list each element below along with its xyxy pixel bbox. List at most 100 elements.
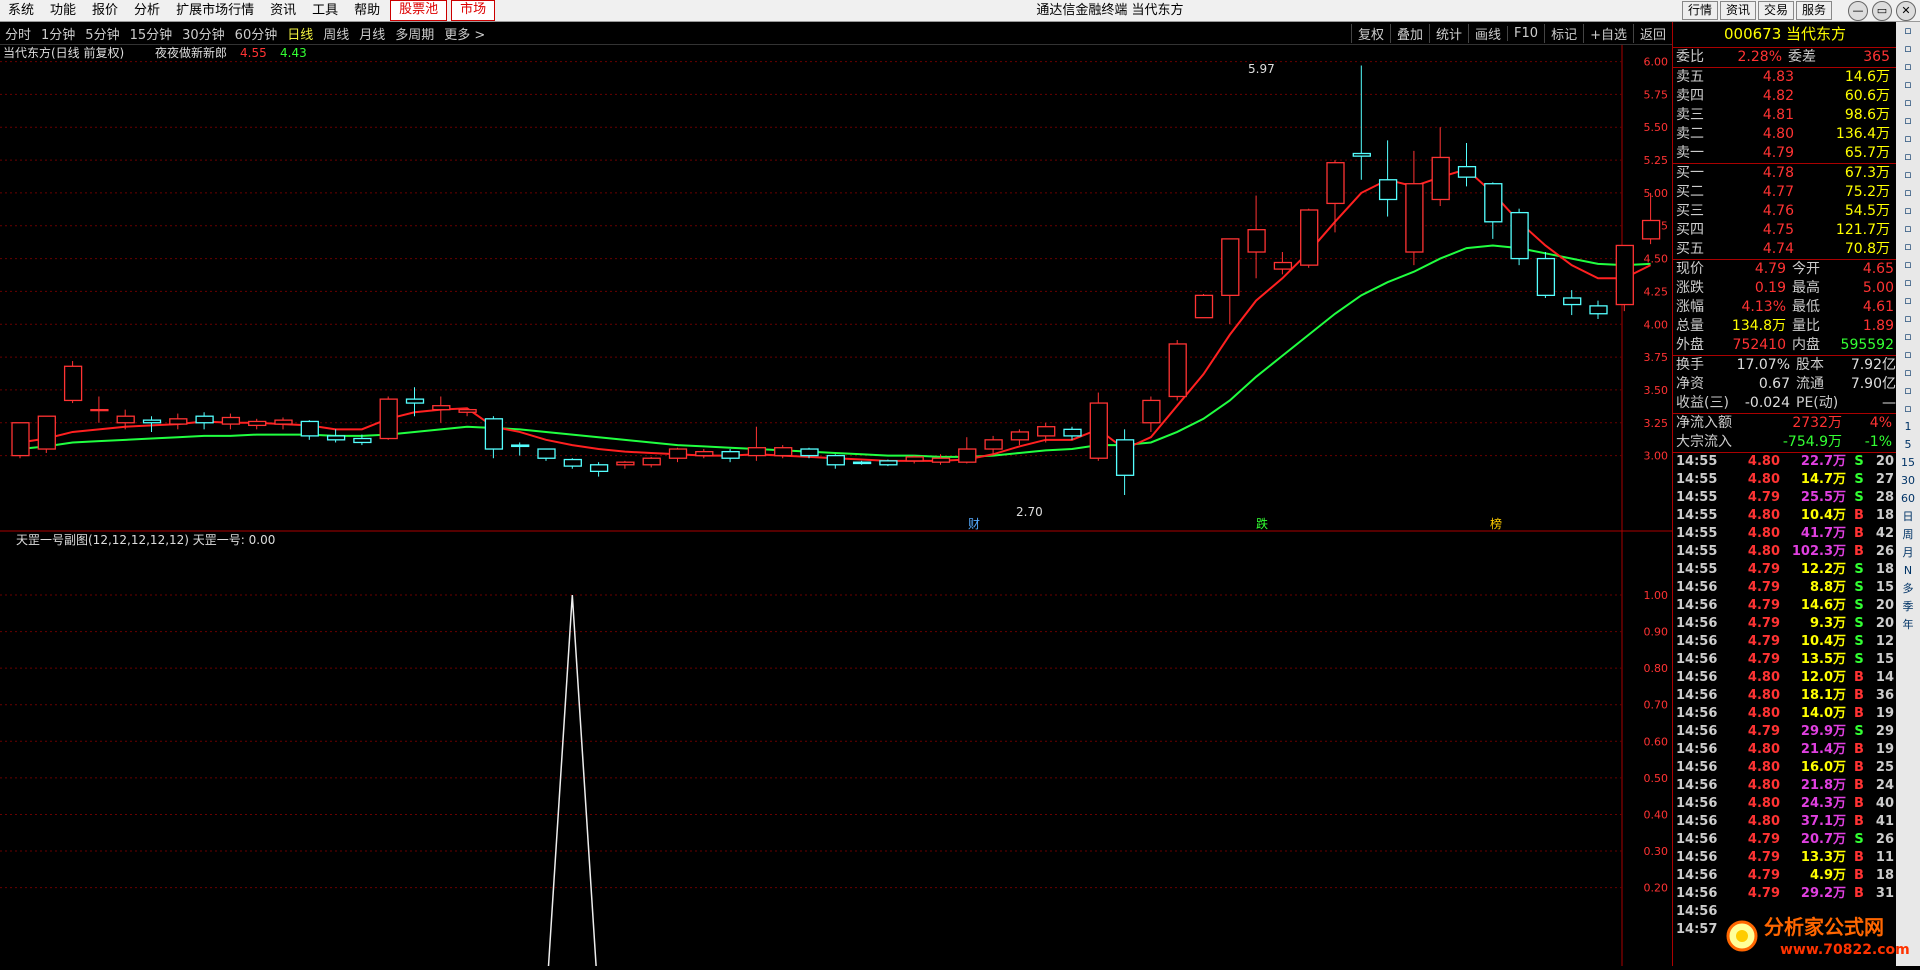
chart-tool-button[interactable]: +自选	[1583, 23, 1633, 43]
menu-item[interactable]: 工具	[304, 0, 346, 21]
event-tag-tag1[interactable]: 财	[968, 517, 980, 531]
sidebar-tool-icon[interactable]: ▫	[1896, 166, 1920, 184]
menu-item[interactable]: 功能	[42, 0, 84, 21]
candle-body	[1378, 179, 1398, 201]
chart-tool-button[interactable]: 复权	[1350, 23, 1390, 43]
sidebar-tool-icon[interactable]: ▫	[1896, 220, 1920, 238]
sidebar-tool-icon[interactable]: ▫	[1896, 364, 1920, 382]
minimize-icon[interactable]: —	[1848, 1, 1868, 21]
menu-item[interactable]: 系统	[0, 0, 42, 21]
tick-side: B	[1854, 544, 1864, 559]
event-tag-tag3[interactable]: 榜	[1490, 516, 1502, 531]
sidebar-tool-icon[interactable]: ▫	[1896, 40, 1920, 58]
candle-body	[931, 457, 951, 463]
sidebar-tool-icon[interactable]: ▫	[1896, 94, 1920, 112]
period-tab[interactable]: 日线	[282, 24, 318, 43]
period-tab[interactable]: 15分钟	[125, 24, 178, 43]
chart-tool-button[interactable]: 统计	[1429, 23, 1468, 43]
sidebar-period-button[interactable]: 季	[1896, 598, 1920, 616]
kline-chart[interactable]: 6.005.755.505.255.004.754.504.254.003.75…	[0, 45, 1672, 970]
chart-tool-button[interactable]: 画线	[1468, 23, 1507, 43]
period-tab[interactable]: 更多 >	[439, 24, 490, 43]
candle-body	[511, 444, 530, 448]
chart-area[interactable]: 6.005.755.505.255.004.754.504.254.003.75…	[0, 45, 1672, 970]
sidebar-period-button[interactable]: 周	[1896, 526, 1920, 544]
sidebar-tool-icon[interactable]: ▫	[1896, 328, 1920, 346]
period-tab[interactable]: 多周期	[390, 24, 439, 43]
sidebar-tool-icon[interactable]: ▫	[1896, 256, 1920, 274]
stat-row: 现价 4.79 今开 4.65	[1673, 260, 1897, 279]
sidebar-period-button[interactable]: 1	[1896, 418, 1920, 436]
period-tab[interactable]: 1分钟	[36, 24, 80, 43]
menu-item-highlight[interactable]: 股票池	[390, 0, 448, 21]
tick-side: B	[1854, 760, 1864, 775]
menu-item-highlight[interactable]: 市场	[451, 0, 496, 21]
sidebar-period-button[interactable]: 日	[1896, 508, 1920, 526]
sidebar-tool-icon[interactable]: ▫	[1896, 58, 1920, 76]
sidebar-period-button[interactable]: 60	[1896, 490, 1920, 508]
menu-item[interactable]: 报价	[84, 0, 126, 21]
bid-price: 4.74	[1762, 241, 1794, 257]
maximize-icon[interactable]: ▭	[1872, 1, 1892, 21]
menu-item[interactable]: 帮助	[346, 0, 388, 21]
top-button[interactable]: 服务	[1795, 1, 1832, 20]
sidebar-tool-icon[interactable]: ▫	[1896, 274, 1920, 292]
sidebar-period-button[interactable]: 15	[1896, 454, 1920, 472]
tick-side: B	[1854, 706, 1864, 721]
tick-row: 14:56 4.79 8.8万 S 15	[1673, 579, 1897, 597]
period-tab[interactable]: 分时	[0, 24, 36, 43]
period-tab[interactable]: 周线	[318, 24, 354, 43]
bid-row: 买三 4.76 54.5万	[1673, 202, 1897, 221]
sidebar-period-button[interactable]: 30	[1896, 472, 1920, 490]
top-button[interactable]: 资讯	[1719, 1, 1756, 20]
chart-tool-button[interactable]: 标记	[1544, 23, 1583, 43]
sidebar-tool-icon[interactable]: ▫	[1896, 148, 1920, 166]
sidebar-period-button[interactable]: 多	[1896, 580, 1920, 598]
flow-row: 大宗流入 -754.9万 -1%	[1673, 433, 1897, 452]
sidebar-period-button[interactable]: 5	[1896, 436, 1920, 454]
period-tab[interactable]: 30分钟	[177, 24, 230, 43]
sub-axis-label: 0.40	[1644, 808, 1669, 821]
sidebar-tool-icon[interactable]: ▫	[1896, 202, 1920, 220]
chart-tool-button[interactable]: 返回	[1632, 23, 1672, 43]
top-button[interactable]: 行情	[1681, 1, 1718, 20]
sidebar-tool-icon[interactable]: ▫	[1896, 238, 1920, 256]
sidebar-tool-icon[interactable]: ▫	[1896, 184, 1920, 202]
tick-price: 4.80	[1747, 472, 1780, 487]
tick-volume: 14.6万	[1800, 598, 1846, 613]
sidebar-period-button[interactable]: 月	[1896, 544, 1920, 562]
event-tag-tag2[interactable]: 跌	[1256, 516, 1268, 531]
candle-body	[1273, 261, 1293, 270]
sidebar-tool-icon[interactable]: ▫	[1896, 130, 1920, 148]
tick-count: 14	[1875, 670, 1894, 685]
menu-item[interactable]: 分析	[126, 0, 168, 21]
tick-price: 4.80	[1747, 526, 1780, 541]
sidebar-tool-icon[interactable]: ▫	[1896, 346, 1920, 364]
chart-tool-button[interactable]: 叠加	[1389, 23, 1429, 43]
sidebar-tool-icon[interactable]: ▫	[1896, 112, 1920, 130]
sidebar-period-button[interactable]: 年	[1896, 616, 1920, 634]
indicator-value-2: 4.43	[280, 46, 307, 60]
top-button[interactable]: 交易	[1757, 1, 1794, 20]
menu-item[interactable]: 扩展市场行情	[168, 0, 262, 21]
sidebar-tool-icon[interactable]: ▫	[1896, 400, 1920, 418]
period-tab[interactable]: 5分钟	[80, 24, 124, 43]
candle-body	[1457, 165, 1477, 178]
chart-tool-button[interactable]: F10	[1507, 25, 1544, 41]
candle-body	[248, 420, 267, 427]
sidebar-tool-icon[interactable]: ▫	[1896, 76, 1920, 94]
tick-side: S	[1854, 616, 1864, 631]
ask-volume: 60.6万	[1844, 88, 1890, 104]
sidebar-tool-icon[interactable]: ▫	[1896, 22, 1920, 40]
menu-item[interactable]: 资讯	[262, 0, 304, 21]
stat-value: 752410	[1732, 337, 1786, 353]
sidebar-period-button[interactable]: N	[1896, 562, 1920, 580]
period-toolbar: 分时 1分钟 5分钟 15分钟 30分钟 60分钟 日线 周线 月线 多周期 更多 > 复权 叠加 统计…	[0, 22, 1672, 45]
period-tab[interactable]: 60分钟	[230, 24, 283, 43]
stat-label: 涨幅	[1676, 299, 1704, 315]
sidebar-tool-icon[interactable]: ▫	[1896, 382, 1920, 400]
close-icon[interactable]: ✕	[1896, 1, 1916, 21]
sidebar-tool-icon[interactable]: ▫	[1896, 310, 1920, 328]
sidebar-tool-icon[interactable]: ▫	[1896, 292, 1920, 310]
period-tab[interactable]: 月线	[354, 24, 390, 43]
